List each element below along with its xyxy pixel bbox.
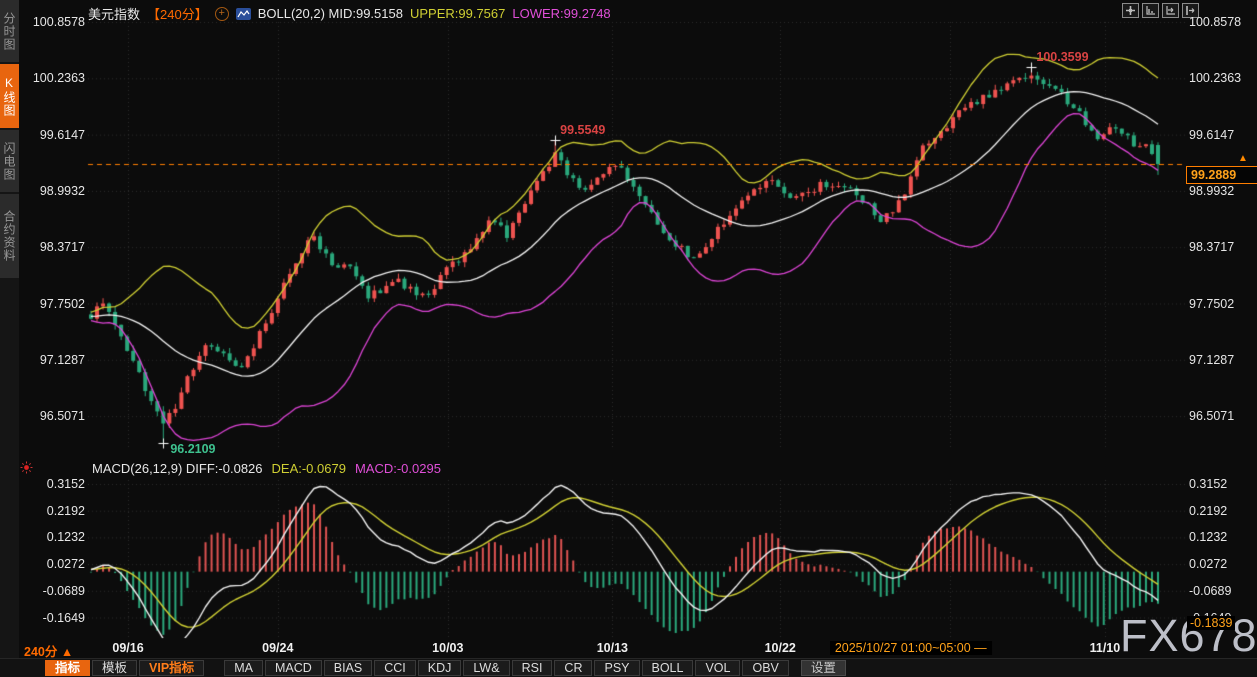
high-annotation: 100.3599	[1036, 50, 1089, 65]
main-y-axis-label: 99.6147	[1189, 127, 1235, 142]
boll-upper-value: UPPER:99.7567	[409, 6, 506, 21]
toolbar-button-kdj[interactable]: KDJ	[417, 660, 462, 676]
macd-y-axis-label: -0.0689	[1189, 583, 1232, 598]
toolbar-button-boll[interactable]: BOLL	[641, 660, 694, 676]
main-y-axis-label: 98.9932	[39, 183, 85, 198]
chart-toolbar-icons	[1122, 3, 1199, 18]
macd-y-axis-label: 0.1232	[1189, 530, 1228, 545]
x-axis-label: 10/03	[432, 641, 464, 655]
toolbar-button-ma[interactable]: MA	[224, 660, 263, 676]
high-annotation: 99.5549	[560, 123, 606, 138]
main-y-axis-label: 97.1287	[1189, 352, 1235, 367]
macd-header: MACD(26,12,9) DIFF:-0.0826 DEA:-0.0679 M…	[92, 461, 441, 476]
price-macd-chart-canvas[interactable]	[0, 0, 1257, 677]
period-label: 【240分】	[147, 7, 208, 22]
main-y-axis-label: 100.2363	[32, 71, 85, 86]
macd-y-axis-label: 0.3152	[46, 477, 85, 491]
toolbar-button-lwr[interactable]: LW&	[463, 660, 510, 676]
toolbar-button-cr[interactable]: CR	[554, 660, 593, 676]
toolbar-button-obv[interactable]: OBV	[742, 660, 789, 676]
macd-y-axis-label: 0.1232	[46, 530, 85, 545]
macd-diff-value: MACD(26,12,9) DIFF:-0.0826	[92, 461, 263, 476]
plus-circle-icon[interactable]	[214, 6, 229, 21]
pan-axis-icon[interactable]	[1162, 3, 1179, 18]
chart-header: 美元指数 【240分】 BOLL(20,2) MID:99.5158 UPPER…	[88, 4, 611, 23]
x-axis-label: 11/10	[1089, 641, 1121, 655]
main-y-axis-label: 97.1287	[39, 352, 85, 367]
main-y-axis-label: 100.2363	[1189, 71, 1242, 86]
crosshair-icon[interactable]	[1122, 3, 1139, 18]
x-axis-bar: 240分 ▲ 09/16 09/24 10/03 10/13 10/22 2025/10/…	[0, 638, 1257, 659]
main-y-axis-label: 98.3717	[1189, 240, 1235, 255]
toolbar-button-macd[interactable]: MACD	[264, 660, 322, 676]
x-axis-label: 10/22	[764, 641, 796, 655]
x-axis-label: 09/24	[262, 641, 294, 655]
x-axis-label: 10/13	[596, 641, 628, 655]
main-y-axis-label: 96.5071	[39, 409, 85, 424]
toolbar-button-settings[interactable]: 设置	[800, 660, 846, 676]
x-axis-label: 2025/10/27 01:00~05:00 —	[829, 641, 992, 655]
macd-y-axis-label: 0.2192	[46, 503, 85, 518]
main-y-axis-label: 97.7502	[39, 296, 85, 311]
macd-y-axis-label: 0.2192	[1189, 503, 1228, 518]
toolbar-button-vol[interactable]: VOL	[695, 660, 741, 676]
macd-y-axis-label: 0.3152	[1189, 477, 1228, 491]
main-y-axis-label: 98.3717	[39, 240, 85, 255]
current-price-badge: 99.2889	[1186, 165, 1257, 184]
toolbar-button-psy[interactable]: PSY	[594, 660, 640, 676]
main-y-axis-label: 100.8578	[32, 15, 85, 29]
toolbar-button-template[interactable]: 模板	[92, 660, 138, 676]
trading-terminal: 分时图 K线图闪电图合约资料 美元指数 【240分】 BOLL(20,2) MID…	[0, 0, 1257, 677]
x-axis-label: 09/16	[112, 641, 144, 655]
toolbar-button-rsi[interactable]: RSI	[511, 660, 553, 676]
macd-y-axis-label: 0.0272	[1189, 557, 1228, 572]
macd-current-value-badge: -0.1839	[1187, 615, 1236, 630]
indicator-toolbar: 指标 模板 VIP指标 MA MACD BIAS CCI KDJ LW& RSI CR PSY BOLL…	[0, 658, 1257, 677]
toolbar-button-cci[interactable]: CCI	[374, 660, 416, 676]
low-annotation: 96.2109	[170, 441, 216, 456]
symbol-title: 美元指数	[88, 7, 141, 22]
toolbar-button-vip-indicator[interactable]: VIP指标	[139, 660, 205, 676]
macd-dea-value: DEA:-0.0679	[271, 461, 346, 476]
main-y-axis-label: 96.5071	[1189, 409, 1235, 424]
timeframe-arrow-icon: ▲	[60, 645, 74, 659]
macd-y-axis-label: -0.0689	[42, 583, 85, 598]
zoom-axis-icon[interactable]	[1142, 3, 1159, 18]
main-y-axis-label: 97.7502	[1189, 296, 1235, 311]
toolbar-button-indicator[interactable]: 指标	[45, 660, 91, 676]
sidebar-tab-time-chart[interactable]: 分时图	[0, 0, 19, 62]
macd-y-axis-label: 0.0272	[46, 557, 85, 572]
chart-type-sidebar: 分时图 K线图闪电图合约资料	[0, 0, 19, 658]
main-y-axis-label: 99.6147	[39, 127, 85, 142]
macd-macd-value: MACD:-0.0295	[354, 461, 441, 476]
sidebar-tab-lightning[interactable]: 闪电图	[0, 130, 19, 192]
macd-y-axis-label: -0.1649	[42, 610, 85, 625]
sidebar-tab-contract-info[interactable]: 合约资料	[0, 194, 19, 278]
main-y-axis-label: 98.9932	[1189, 183, 1235, 198]
boll-lower-value: LOWER:99.2748	[512, 6, 611, 21]
toolbar-button-bias[interactable]: BIAS	[323, 660, 373, 676]
main-y-axis-label: 100.8578	[1189, 15, 1242, 29]
sidebar-tab-kline[interactable]: K线图	[0, 64, 19, 128]
boll-mid-value: BOLL(20,2) MID:99.5158	[257, 6, 403, 21]
price-marker-arrow-icon: ▲	[1238, 152, 1248, 164]
mini-chart-icon[interactable]	[235, 7, 251, 20]
